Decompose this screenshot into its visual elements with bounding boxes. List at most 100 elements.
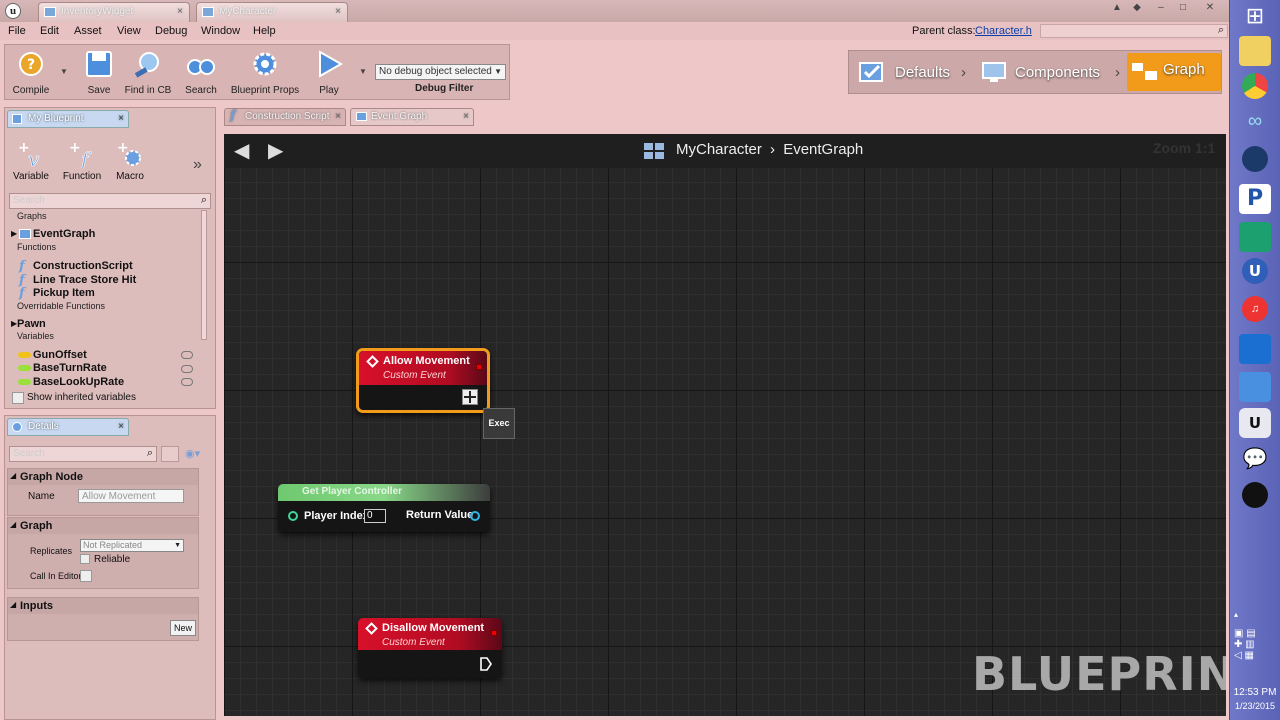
minimize-icon[interactable]: –	[1150, 1, 1172, 15]
details-tab[interactable]: Details ×	[7, 418, 129, 436]
tree-item-function[interactable]: Line Trace Store Hit	[33, 274, 136, 286]
link-app-icon[interactable]: ∞	[1239, 110, 1271, 140]
compile-button[interactable]: ? Compile	[7, 47, 55, 97]
collapse-arrow-icon[interactable]: ◢	[10, 600, 16, 609]
new-input-button[interactable]: New	[170, 620, 196, 636]
mode-defaults[interactable]: Defaults	[895, 51, 950, 95]
blueprint-props-button[interactable]: Blueprint Props	[227, 47, 303, 97]
clock-date[interactable]: 1/23/2015	[1230, 701, 1280, 711]
tree-item-eventgraph[interactable]: EventGraph	[33, 228, 95, 240]
pandora-icon[interactable]: P	[1239, 184, 1271, 214]
mode-graph-button[interactable]: Graph	[1127, 53, 1221, 91]
compile-dropdown-icon[interactable]: ▼	[60, 67, 68, 76]
tray-icons[interactable]: ▣ ▤ ✚ ▥ ◁ ▦	[1234, 628, 1256, 661]
parent-class-link[interactable]: Character.h	[975, 22, 1032, 40]
tree-item-variable[interactable]: GunOffset	[33, 349, 87, 361]
my-blueprint-tab[interactable]: My Blueprint ×	[7, 110, 129, 128]
node-get-player-controller[interactable]: Get Player Controller Player Index 0 Ret…	[278, 484, 490, 532]
mode-components[interactable]: Components	[1015, 51, 1100, 95]
chrome-icon[interactable]	[1242, 73, 1268, 99]
menu-view[interactable]: View	[117, 22, 141, 40]
find-in-cb-button[interactable]: Find in CB	[121, 47, 175, 97]
graph-header[interactable]: Graph	[8, 518, 198, 534]
windows-start-icon[interactable]: ⊞	[1239, 3, 1271, 33]
remote-desktop-icon[interactable]	[1239, 334, 1271, 364]
menu-asset[interactable]: Asset	[74, 22, 102, 40]
input-pin-icon[interactable]	[288, 511, 298, 521]
add-macro-button[interactable]: + Macro	[109, 140, 151, 188]
unreal-editor-icon[interactable]: U	[1239, 408, 1271, 438]
tree-scrollbar[interactable]	[201, 210, 207, 340]
collapse-arrow-icon[interactable]: ◢	[10, 520, 16, 529]
back-arrow-icon[interactable]: ◀	[234, 138, 249, 163]
maximize-icon[interactable]: □	[1172, 1, 1194, 15]
menu-debug[interactable]: Debug	[155, 22, 187, 40]
menu-edit[interactable]: Edit	[40, 22, 59, 40]
close-icon[interactable]: ×	[335, 3, 341, 21]
notification-icon[interactable]: ▲	[1106, 1, 1128, 15]
close-icon[interactable]: ×	[463, 109, 469, 125]
tree-item-variable[interactable]: BaseTurnRate	[33, 362, 107, 374]
event-graph-canvas[interactable]: ◀ ▶ MyCharacter › EventGraph Zoom 1:1 Al…	[224, 134, 1226, 716]
play-dropdown-icon[interactable]: ▼	[359, 67, 367, 76]
tray-expand-icon[interactable]: ▴	[1234, 610, 1238, 619]
double-chevron-right-icon[interactable]: »	[193, 156, 202, 174]
close-icon[interactable]: ×	[118, 419, 124, 435]
unreal-launcher-icon[interactable]: U	[1242, 258, 1268, 284]
close-window-icon[interactable]: ✕	[1196, 1, 1224, 15]
chat-icon[interactable]: 💬	[1239, 446, 1271, 476]
file-explorer-icon[interactable]	[1239, 36, 1271, 66]
graph-node-header[interactable]: Graph Node	[8, 469, 198, 485]
bell-icon[interactable]: ◆	[1126, 1, 1148, 15]
node-name-input[interactable]	[78, 489, 184, 503]
tree-item-function[interactable]: ConstructionScript	[33, 260, 133, 272]
breadcrumb-root[interactable]: MyCharacter	[676, 141, 762, 158]
player-index-input[interactable]: 0	[364, 509, 386, 523]
close-icon[interactable]: ×	[177, 3, 183, 21]
steam-icon[interactable]	[1242, 146, 1268, 172]
menu-window[interactable]: Window	[201, 22, 240, 40]
tree-item-function[interactable]: Pickup Item	[33, 287, 95, 299]
play-button[interactable]: Play	[311, 47, 347, 97]
expand-arrow-icon[interactable]: ▶	[11, 229, 17, 238]
itunes-icon[interactable]: ♫	[1242, 296, 1268, 322]
delegate-pin-icon[interactable]	[476, 364, 482, 370]
tab-event-graph[interactable]: Event Graph ×	[350, 108, 474, 126]
menu-help[interactable]: Help	[253, 22, 276, 40]
close-icon[interactable]: ×	[335, 109, 341, 125]
output-pin-icon[interactable]	[470, 511, 480, 521]
property-matrix-icon[interactable]	[161, 446, 179, 462]
eye-icon[interactable]: ◉▾	[185, 447, 200, 460]
details-search-input[interactable]: Search ⌕	[9, 446, 157, 462]
reliable-checkbox[interactable]	[80, 554, 90, 564]
inputs-header[interactable]: Inputs	[8, 598, 198, 614]
call-in-editor-checkbox[interactable]	[80, 570, 92, 582]
debug-object-select[interactable]: No debug object selected ▼	[375, 64, 506, 80]
clock-time[interactable]: 12:53 PM	[1232, 687, 1278, 698]
media-app-icon[interactable]	[1239, 222, 1271, 252]
exec-output-pin-icon[interactable]	[480, 657, 492, 671]
global-search-input[interactable]: ⌕	[1040, 24, 1228, 38]
tree-item-pawn[interactable]: Pawn	[17, 318, 46, 330]
forward-arrow-icon[interactable]: ▶	[268, 138, 283, 163]
window-tab-inventorywidget[interactable]: InventoryWidget ×	[38, 2, 190, 22]
node-disallow-movement[interactable]: Disallow Movement Custom Event	[358, 618, 502, 678]
window-tab-mycharacter[interactable]: MyCharacter ×	[196, 2, 348, 22]
exec-output-pin-icon[interactable]	[462, 389, 478, 405]
menu-file[interactable]: File	[8, 22, 26, 40]
delegate-pin-icon[interactable]	[491, 630, 497, 636]
node-allow-movement[interactable]: Allow Movement Custom Event	[356, 348, 490, 413]
replicates-select[interactable]: Not Replicated ▼	[80, 539, 184, 552]
search-button[interactable]: Search	[181, 47, 221, 97]
close-icon[interactable]: ×	[118, 111, 124, 127]
save-button[interactable]: Save	[81, 47, 117, 97]
tab-construction-script[interactable]: f Construction Script ×	[224, 108, 346, 126]
show-inherited-checkbox[interactable]	[12, 392, 24, 404]
add-variable-button[interactable]: + v Variable	[11, 140, 51, 188]
add-function-button[interactable]: + f Function	[59, 140, 105, 188]
my-blueprint-search-input[interactable]: Search ⌕	[9, 193, 211, 209]
tree-item-variable[interactable]: BaseLookUpRate	[33, 376, 124, 388]
collapse-arrow-icon[interactable]: ◢	[10, 471, 16, 480]
obs-icon[interactable]	[1242, 482, 1268, 508]
control-panel-icon[interactable]	[1239, 372, 1271, 402]
